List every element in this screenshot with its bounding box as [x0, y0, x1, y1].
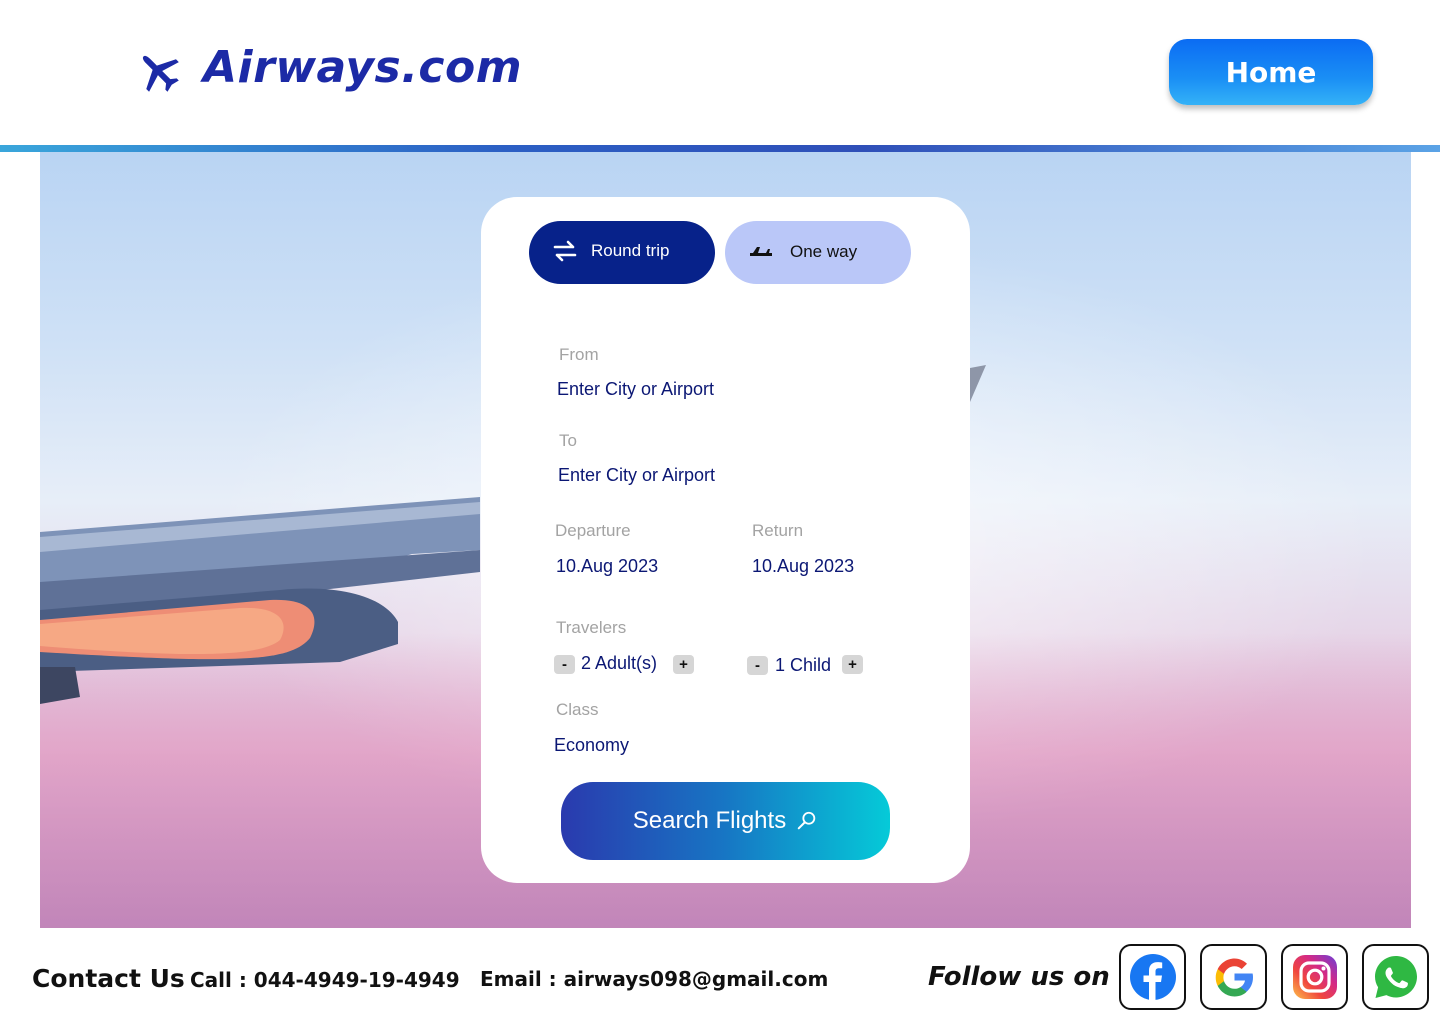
phone-number[interactable]: Call : 044-4949-19-4949 [190, 968, 460, 992]
return-label: Return [752, 521, 804, 540]
facebook-link[interactable] [1119, 944, 1186, 1010]
contact-us-heading: Contact Us [32, 964, 185, 993]
children-decrement-button[interactable]: - [747, 656, 768, 675]
to-label: To [559, 431, 577, 450]
search-flights-button[interactable]: Search Flights [561, 782, 890, 860]
class-select[interactable]: Economy [554, 735, 629, 756]
whatsapp-link[interactable] [1362, 944, 1429, 1010]
flight-search-card: Round trip One way From Enter City or Ai… [481, 197, 970, 883]
search-icon [797, 811, 816, 830]
instagram-link[interactable] [1281, 944, 1348, 1010]
site-header: Airways.com Home [0, 0, 1440, 145]
one-way-button[interactable]: One way [725, 221, 911, 284]
one-way-label: One way [790, 242, 858, 261]
plane-takeoff-icon [750, 247, 772, 256]
google-link[interactable] [1200, 944, 1267, 1010]
email-address[interactable]: Email : airways098@gmail.com [480, 967, 828, 991]
header-divider [0, 145, 1440, 152]
from-input[interactable]: Enter City or Airport [557, 379, 714, 400]
home-button[interactable]: Home [1169, 39, 1373, 105]
adults-count: 2 Adult(s) [581, 653, 658, 673]
airplane-icon [142, 55, 179, 92]
children-increment-button[interactable]: + [842, 655, 863, 674]
round-trip-label: Round trip [591, 241, 670, 260]
search-flights-label: Search Flights [632, 807, 787, 834]
class-label: Class [556, 700, 599, 719]
swap-arrows-icon [553, 240, 577, 262]
children-count: 1 Child [775, 655, 832, 675]
departure-date-field[interactable]: 10.Aug 2023 [556, 556, 658, 577]
follow-us-heading: Follow us on [928, 962, 1110, 992]
from-label: From [559, 345, 599, 364]
instagram-icon [1292, 955, 1337, 999]
to-input[interactable]: Enter City or Airport [558, 465, 715, 486]
return-date-field[interactable]: 10.Aug 2023 [752, 556, 854, 577]
travelers-label: Travelers [556, 618, 627, 637]
brand-logo-text[interactable]: Airways.com [203, 42, 522, 93]
round-trip-button[interactable]: Round trip [529, 221, 715, 284]
google-icon [1215, 958, 1253, 997]
whatsapp-icon [1374, 956, 1417, 998]
adults-decrement-button[interactable]: - [554, 655, 575, 674]
facebook-icon [1129, 954, 1176, 1000]
adults-increment-button[interactable]: + [673, 655, 694, 674]
departure-label: Departure [555, 521, 631, 540]
